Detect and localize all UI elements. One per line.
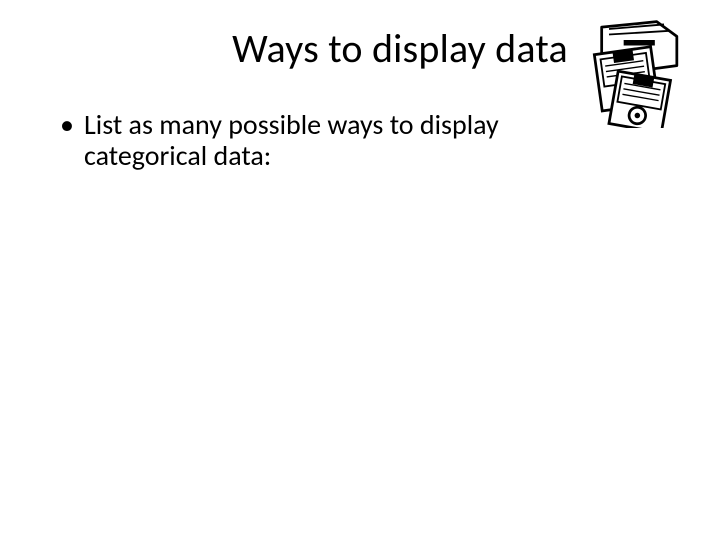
slide-title: Ways to display data bbox=[232, 24, 568, 73]
title-row: Ways to display data bbox=[40, 18, 680, 73]
slide-body: List as many possible ways to display ca… bbox=[40, 109, 680, 172]
slide: Ways to display data bbox=[0, 0, 720, 540]
bullet-item: List as many possible ways to display ca… bbox=[64, 109, 604, 172]
bullet-list: List as many possible ways to display ca… bbox=[40, 109, 680, 172]
